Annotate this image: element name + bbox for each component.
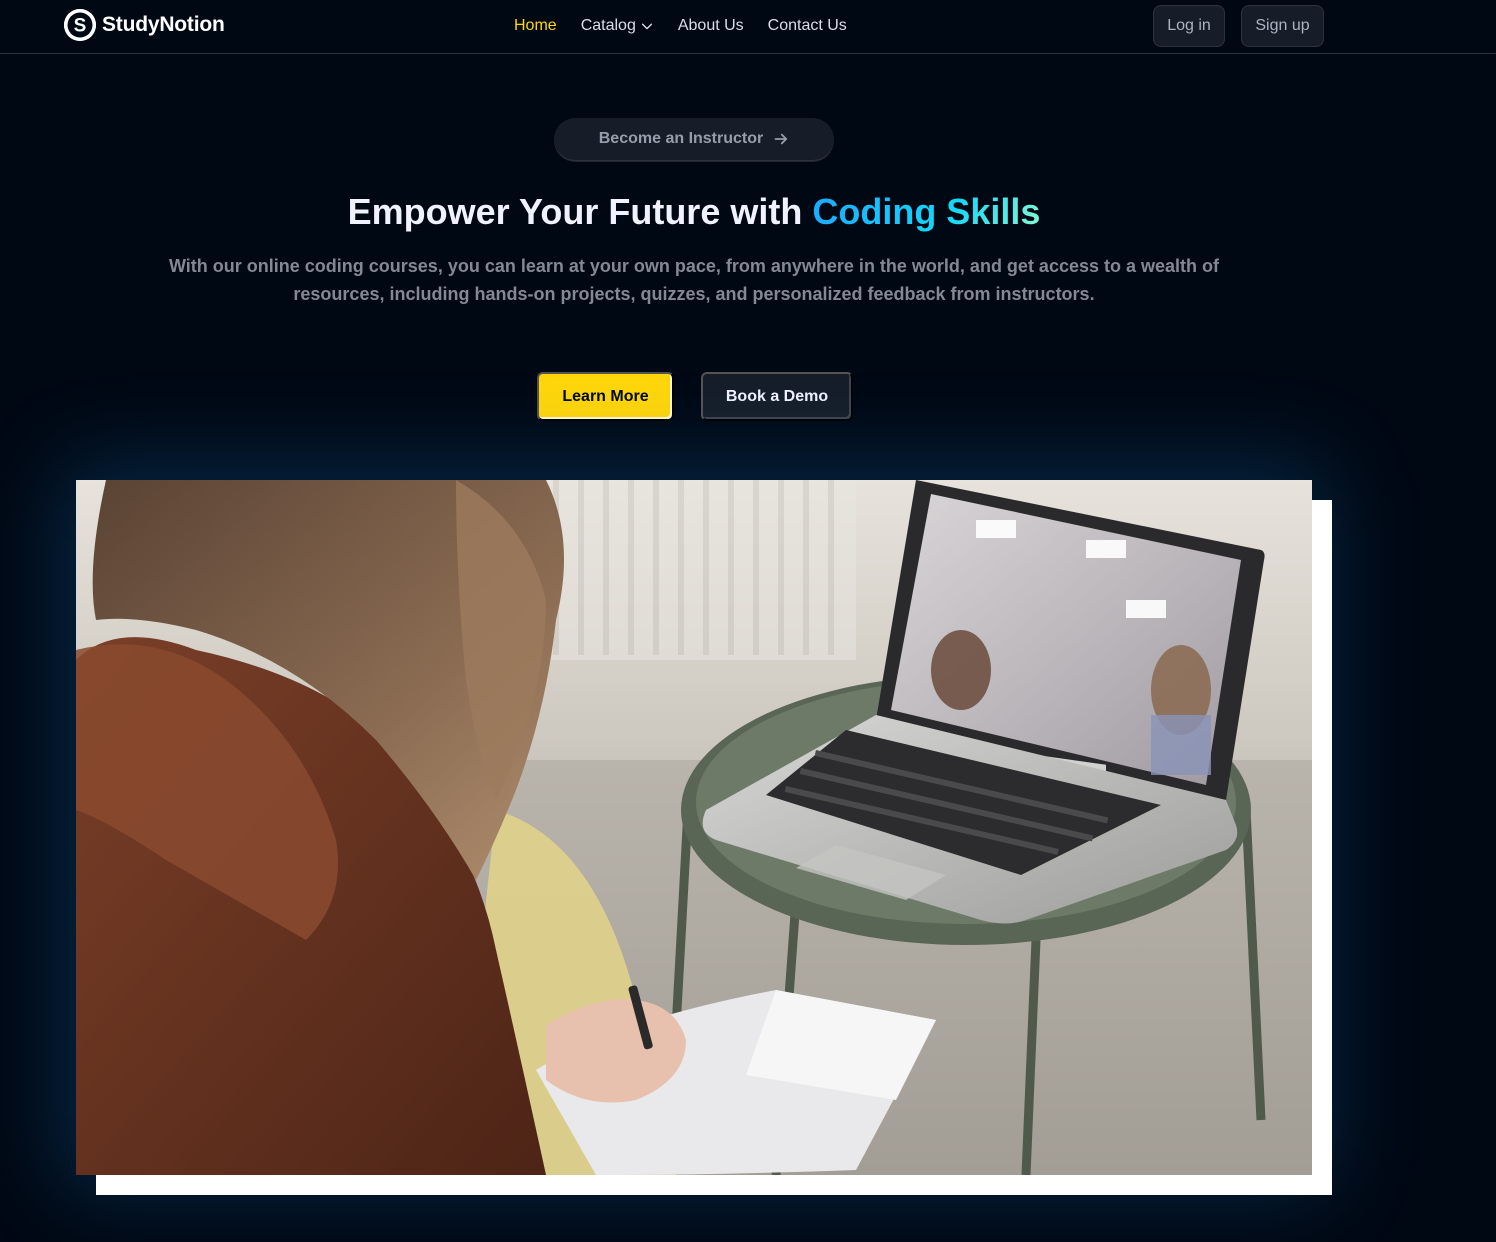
nav-item-contact[interactable]: Contact Us [768, 16, 847, 36]
hero-video[interactable] [76, 480, 1312, 1175]
signup-button[interactable]: Sign up [1241, 5, 1324, 47]
logo-link[interactable]: S StudyNotion [64, 9, 225, 41]
nav-item-catalog[interactable]: Catalog [581, 16, 654, 36]
hero-title-highlight: Coding Skills [812, 191, 1041, 232]
arrow-right-icon [774, 133, 788, 145]
hero-subtitle: With our online coding courses, you can … [168, 256, 1220, 304]
login-button[interactable]: Log in [1153, 5, 1225, 47]
svg-text:S: S [74, 16, 87, 37]
hero-title: Empower Your Future with Coding Skills [0, 190, 1388, 234]
nav-item-about[interactable]: About Us [678, 16, 744, 36]
become-instructor-button[interactable]: Become an Instructor [554, 118, 834, 161]
nav-item-home[interactable]: Home [514, 16, 557, 36]
logo-icon: S [64, 9, 96, 41]
top-navbar: S StudyNotion Home Catalog About Us Cont… [0, 0, 1496, 54]
chevron-down-icon [641, 23, 652, 30]
hero-video-illustration [76, 480, 1312, 1175]
nav-item-catalog-label: Catalog [580, 17, 636, 34]
become-instructor-label: Become an Instructor [598, 130, 764, 147]
book-demo-button[interactable]: Book a Demo [701, 372, 853, 421]
hero-title-prefix: Empower Your Future with [347, 191, 803, 232]
brand-name: StudyNotion [102, 13, 225, 36]
learn-more-button[interactable]: Learn More [537, 372, 674, 421]
main-nav: Home Catalog About Us Contact Us [514, 16, 847, 36]
